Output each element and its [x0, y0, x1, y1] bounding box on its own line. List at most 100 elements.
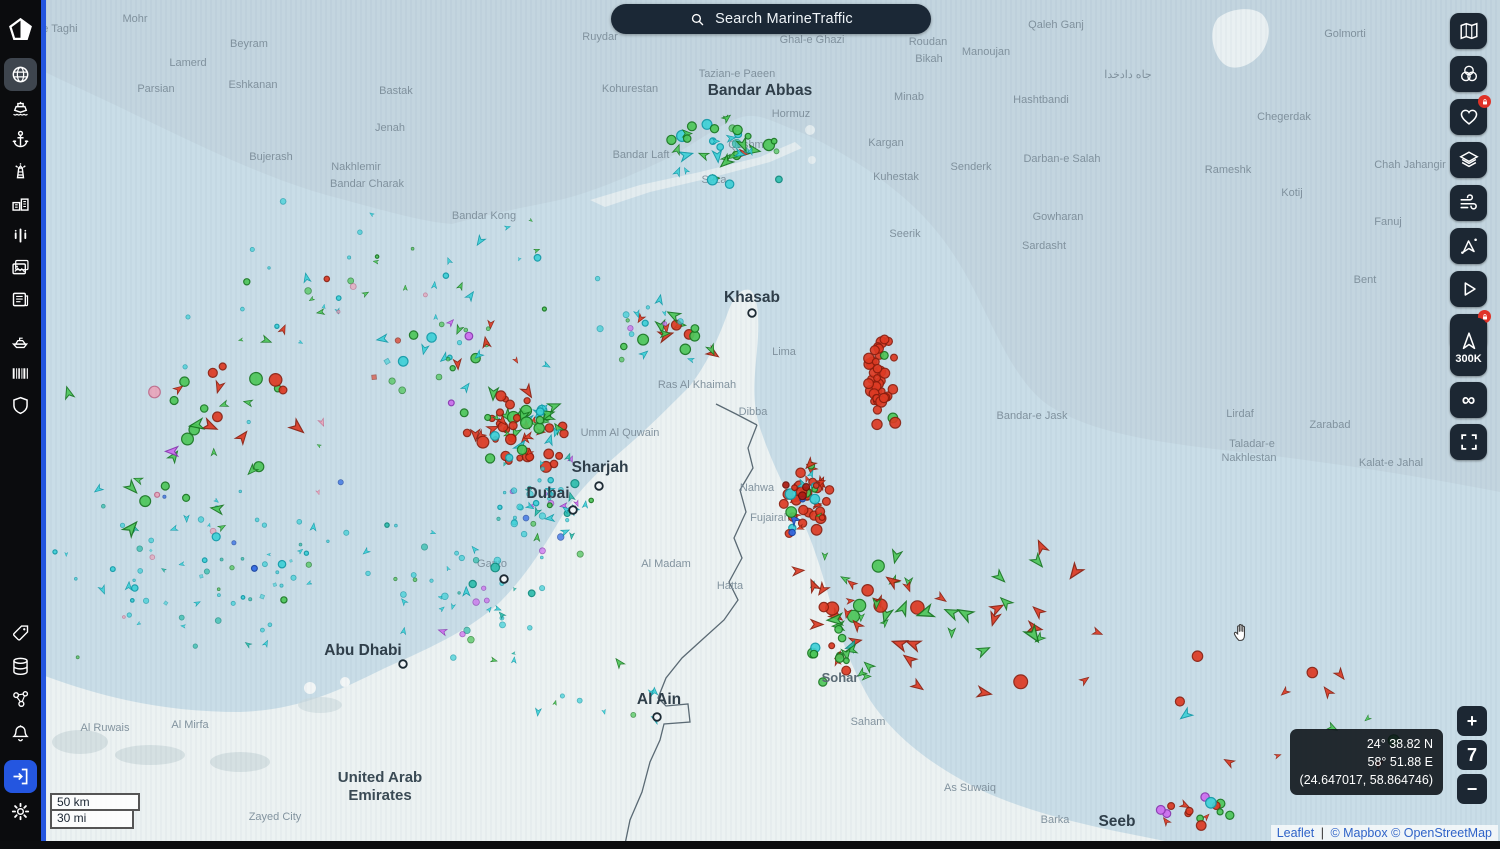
vessel-marker[interactable]	[148, 385, 161, 399]
vessel-marker[interactable]	[1013, 674, 1029, 690]
vessel-marker[interactable]	[199, 404, 209, 413]
sidebar-item-boats[interactable]	[0, 324, 41, 358]
vessel-marker[interactable]	[279, 583, 284, 588]
vessel-marker[interactable]	[666, 134, 677, 146]
vessel-marker[interactable]	[267, 622, 273, 628]
vessel-marker[interactable]	[797, 518, 808, 528]
vessel-marker[interactable]	[349, 283, 357, 290]
vessel-marker[interactable]	[565, 517, 570, 523]
vessel-marker[interactable]	[596, 325, 604, 333]
vessel-marker[interactable]	[179, 376, 190, 387]
vessel-marker[interactable]	[539, 585, 546, 592]
vessel-marker[interactable]	[1167, 801, 1176, 810]
vessel-marker[interactable]	[516, 454, 524, 462]
sidebar-item-tags[interactable]	[0, 616, 41, 650]
vessel-marker[interactable]	[178, 614, 185, 621]
sidebar-item-sign-in[interactable]	[0, 759, 41, 793]
vessel-marker[interactable]	[182, 364, 188, 370]
sidebar-item-protection[interactable]	[0, 388, 41, 422]
sidebar-item-stations[interactable]	[0, 218, 41, 252]
vessel-marker[interactable]	[326, 539, 330, 543]
vessel-marker[interactable]	[559, 693, 565, 699]
vessel-marker[interactable]	[522, 514, 530, 522]
vessel-marker[interactable]	[357, 229, 363, 235]
vessel-marker[interactable]	[618, 356, 625, 363]
vessel-marker[interactable]	[75, 655, 80, 660]
sidebar-item-news[interactable]	[0, 282, 41, 316]
vessel-marker[interactable]	[818, 601, 830, 613]
vessel-marker[interactable]	[533, 253, 542, 262]
infinite-tracks-button[interactable]: ∞	[1450, 382, 1487, 418]
map-canvas[interactable]: MohrNakhl-e TaghiRuydarGhal-e GhaziRouda…	[0, 0, 1500, 849]
vessel-marker[interactable]	[837, 633, 847, 643]
vessel-marker[interactable]	[201, 557, 208, 564]
vessel-marker[interactable]	[570, 479, 580, 489]
vessel-marker[interactable]	[280, 596, 288, 604]
vessel-marker[interactable]	[162, 494, 167, 499]
vessel-marker[interactable]	[510, 487, 518, 494]
vessel-marker[interactable]	[677, 318, 684, 325]
vessel-marker[interactable]	[499, 621, 506, 629]
vessel-marker[interactable]	[619, 342, 628, 351]
vessel-marker[interactable]	[52, 549, 58, 555]
map-filters-button[interactable]	[1450, 56, 1487, 92]
vessel-marker[interactable]	[782, 481, 790, 489]
vessel-marker[interactable]	[594, 275, 601, 282]
vessel-marker[interactable]	[278, 385, 288, 395]
playback-button[interactable]	[1450, 271, 1487, 307]
vessel-marker[interactable]	[834, 653, 845, 663]
vessel-marker[interactable]	[504, 433, 517, 446]
vessel-marker[interactable]	[275, 570, 280, 575]
vessel-marker[interactable]	[775, 175, 783, 184]
vessel-marker[interactable]	[535, 415, 545, 425]
vessel-marker[interactable]	[1216, 808, 1224, 816]
vessel-marker[interactable]	[238, 489, 242, 494]
vessel-marker[interactable]	[588, 497, 595, 504]
vessel-marker[interactable]	[160, 481, 170, 491]
zoom-out-button[interactable]: −	[1457, 774, 1487, 804]
vessel-marker[interactable]	[459, 631, 466, 638]
vessel-marker[interactable]	[259, 627, 265, 633]
vessel-marker[interactable]	[732, 124, 743, 136]
fullscreen-button[interactable]	[1450, 424, 1487, 460]
vessel-marker[interactable]	[485, 326, 491, 332]
sidebar-item-ports[interactable]	[0, 122, 41, 156]
vessel-marker[interactable]	[249, 371, 263, 386]
vessel-marker[interactable]	[410, 246, 415, 251]
vessel-marker[interactable]	[447, 399, 455, 407]
vessel-marker[interactable]	[630, 712, 637, 718]
vessel-marker[interactable]	[420, 543, 428, 551]
vessel-marker[interactable]	[445, 356, 451, 362]
vessel-marker[interactable]	[872, 363, 883, 374]
vessel-marker[interactable]	[472, 598, 480, 606]
vessel-marker[interactable]	[305, 561, 312, 568]
vessel-marker[interactable]	[410, 572, 417, 578]
vessel-marker[interactable]	[539, 547, 546, 555]
vessel-marker[interactable]	[398, 386, 407, 395]
vessel-marker[interactable]	[394, 523, 398, 528]
vessel-marker[interactable]	[824, 485, 835, 495]
vessel-marker[interactable]	[229, 565, 235, 571]
vessel-marker[interactable]	[785, 506, 798, 518]
vessel-marker[interactable]	[502, 490, 507, 495]
vessel-marker[interactable]	[207, 367, 218, 378]
vessel-marker[interactable]	[347, 277, 355, 285]
vessel-marker[interactable]	[464, 331, 474, 341]
vessel-marker[interactable]	[519, 416, 533, 430]
vessel-marker[interactable]	[641, 319, 649, 327]
vessel-marker[interactable]	[834, 624, 843, 634]
vessel-marker[interactable]	[543, 448, 555, 460]
vessel-marker[interactable]	[576, 550, 584, 558]
vessel-marker[interactable]	[637, 333, 650, 346]
vessel-marker[interactable]	[863, 378, 875, 390]
vessel-marker[interactable]	[481, 585, 487, 591]
vessel-marker[interactable]	[497, 504, 503, 510]
vessel-marker[interactable]	[709, 123, 720, 134]
vessel-marker[interactable]	[268, 373, 283, 387]
vessel-marker[interactable]	[435, 373, 443, 381]
vessel-marker[interactable]	[541, 306, 548, 312]
vessel-marker[interactable]	[530, 520, 537, 527]
vessel-marker[interactable]	[101, 503, 106, 509]
vessel-marker[interactable]	[216, 587, 221, 591]
vessel-marker[interactable]	[132, 578, 136, 582]
